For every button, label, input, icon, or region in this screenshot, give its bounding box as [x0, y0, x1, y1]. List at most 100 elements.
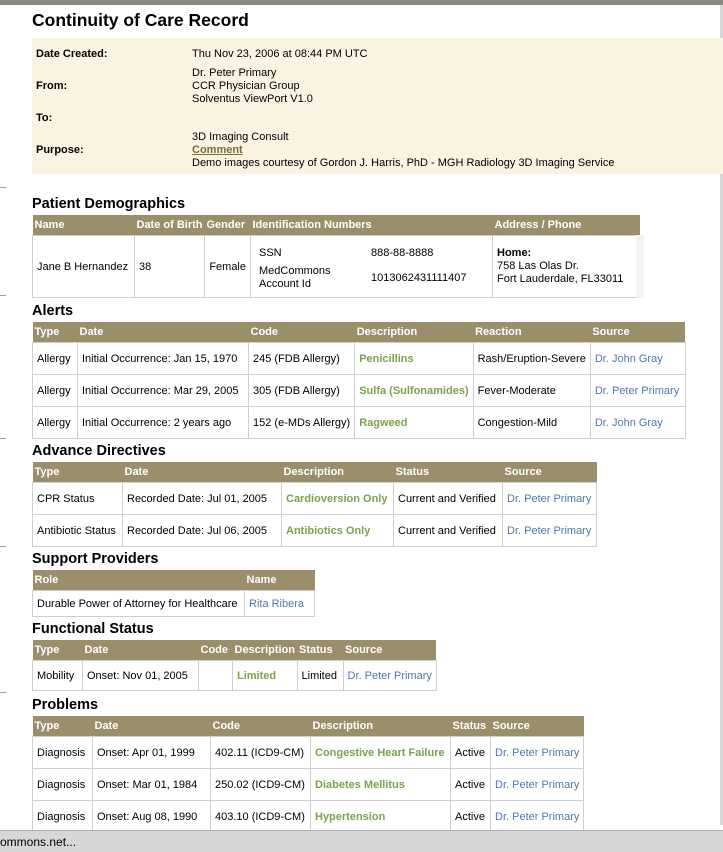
table-header-row: Type Date Code Description Status Source — [32, 640, 437, 661]
problem-status: Active — [450, 768, 491, 801]
patient-dob: 38 — [134, 235, 205, 298]
alert-type: Allergy — [32, 406, 78, 439]
problem-code: 402.11 (ICD9-CM) — [210, 736, 311, 769]
directive-description: Cardioversion Only — [281, 482, 394, 515]
problem-type: Diagnosis — [32, 768, 93, 801]
date-created-label: Date Created: — [36, 48, 108, 60]
column-header: Status — [297, 640, 344, 661]
column-header: Date — [82, 640, 199, 661]
problem-type: Diagnosis — [32, 736, 93, 769]
problem-description: Hypertension — [310, 800, 451, 833]
functional-date: Onset: Nov 01, 2005 — [82, 660, 199, 691]
alert-source-link[interactable]: Dr. John Gray — [589, 342, 686, 375]
table-header-row: Name Date of Birth Gender Identification… — [32, 215, 640, 236]
browser-status-bar: ommons.net... — [0, 830, 723, 852]
alert-source-link[interactable]: Dr. John Gray — [589, 406, 686, 439]
table-row: Allergy Initial Occurrence: Jan 15, 1970… — [32, 342, 686, 375]
status-url-text: ommons.net... — [0, 835, 77, 849]
column-header: Date — [77, 322, 249, 343]
problems-table: Type Date Code Description Status Source… — [32, 716, 585, 833]
column-header: Date of Birth — [134, 215, 205, 236]
address-label: Home: — [497, 247, 532, 259]
record-header: Date Created: Thu Nov 23, 2006 at 08:44 … — [32, 38, 723, 174]
table-row: Diagnosis Onset: Apr 01, 1999 402.11 (IC… — [32, 736, 585, 769]
from-line: CCR Physician Group — [192, 80, 300, 92]
problem-source-link[interactable]: Dr. Peter Primary — [489, 768, 585, 801]
purpose-line: Demo images courtesy of Gordon J. Harris… — [192, 157, 615, 169]
alert-description: Ragweed — [354, 406, 474, 439]
from-line: Solventus ViewPort V1.0 — [192, 93, 313, 105]
alert-code: 305 (FDB Allergy) — [247, 374, 356, 407]
patient-gender: Female — [204, 235, 251, 298]
divider-mark — [0, 546, 6, 547]
address-line: 758 Las Olas Dr. — [497, 260, 579, 272]
functional-type: Mobility — [32, 660, 83, 691]
column-header: Source — [490, 716, 584, 737]
directive-status: Current and Verified — [393, 514, 503, 547]
divider-mark — [0, 692, 6, 693]
demographics-table: Name Date of Birth Gender Identification… — [32, 215, 644, 298]
divider-mark — [0, 438, 6, 439]
directive-source-link[interactable]: Dr. Peter Primary — [502, 514, 597, 547]
column-header: Type — [32, 322, 78, 343]
patient-name: Jane B Hernandez — [32, 235, 135, 298]
id-label: MedCommons Account Id — [259, 264, 331, 290]
table-row: Allergy Initial Occurrence: 2 years ago … — [32, 406, 686, 439]
directive-type: CPR Status — [32, 482, 123, 515]
column-header: Type — [32, 462, 123, 483]
column-header: Source — [502, 462, 597, 483]
alert-date: Initial Occurrence: Jan 15, 1970 — [77, 342, 249, 375]
directive-status: Current and Verified — [393, 482, 503, 515]
functional-source-link[interactable]: Dr. Peter Primary — [342, 660, 437, 691]
provider-name-link[interactable]: Rita Ribera — [244, 590, 315, 617]
table-row: Durable Power of Attorney for Healthcare… — [32, 590, 315, 617]
column-header: Type — [32, 716, 93, 737]
provider-role: Durable Power of Attorney for Healthcare — [32, 590, 245, 617]
problem-code: 250.02 (ICD9-CM) — [210, 768, 311, 801]
column-header: Code — [198, 640, 233, 661]
from-label: From: — [36, 80, 68, 92]
column-header: Type — [32, 640, 83, 661]
problem-code: 403.10 (ICD9-CM) — [210, 800, 311, 833]
column-header: Source — [343, 640, 437, 661]
purpose-value: 3D Imaging Consult Comment Demo images c… — [192, 131, 614, 170]
purpose-label: Purpose: — [36, 144, 84, 156]
page-title: Continuity of Care Record — [32, 10, 249, 30]
comment-link[interactable]: Comment — [192, 144, 614, 157]
table-header-row: Role Name — [32, 570, 315, 591]
date-created-value: Thu Nov 23, 2006 at 08:44 PM UTC — [192, 48, 368, 60]
id-label: SSN — [259, 246, 282, 259]
problem-source-link[interactable]: Dr. Peter Primary — [489, 736, 585, 769]
directive-source-link[interactable]: Dr. Peter Primary — [502, 482, 597, 515]
problem-date: Onset: Mar 01, 1984 — [92, 768, 211, 801]
column-header: Status — [393, 462, 503, 483]
alert-code: 245 (FDB Allergy) — [247, 342, 356, 375]
problem-status: Active — [450, 736, 491, 769]
advance-directives-table: Type Date Description Status Source CPR … — [32, 462, 597, 547]
table-row: CPR Status Recorded Date: Jul 01, 2005 C… — [32, 482, 597, 515]
problem-date: Onset: Apr 01, 1999 — [92, 736, 211, 769]
column-header: Code — [210, 716, 311, 737]
directive-description: Antibiotics Only — [281, 514, 394, 547]
purpose-line: 3D Imaging Consult — [192, 131, 289, 143]
alert-description: Sulfa (Sulfonamides) — [354, 374, 474, 407]
column-header: Reaction — [473, 322, 591, 343]
section-heading-demographics: Patient Demographics — [32, 196, 186, 212]
column-header: Gender — [204, 215, 251, 236]
divider-mark — [0, 295, 6, 296]
id-value: 1013062431111407 — [371, 271, 467, 284]
column-header: Description — [310, 716, 451, 737]
from-value: Dr. Peter Primary CCR Physician Group So… — [192, 67, 313, 106]
section-heading-support-providers: Support Providers — [32, 551, 159, 567]
column-header: Name — [32, 215, 135, 236]
problem-source-link[interactable]: Dr. Peter Primary — [489, 800, 585, 833]
alerts-table: Type Date Code Description Reaction Sour… — [32, 322, 686, 439]
to-label: To: — [36, 112, 53, 124]
section-heading-alerts: Alerts — [32, 303, 74, 319]
alert-type: Allergy — [32, 374, 78, 407]
alert-source-link[interactable]: Dr. Peter Primary — [589, 374, 686, 407]
column-header: Date — [122, 462, 282, 483]
problem-status: Active — [450, 800, 491, 833]
alert-reaction: Congestion-Mild — [472, 406, 591, 439]
alert-description: Penicillins — [354, 342, 474, 375]
